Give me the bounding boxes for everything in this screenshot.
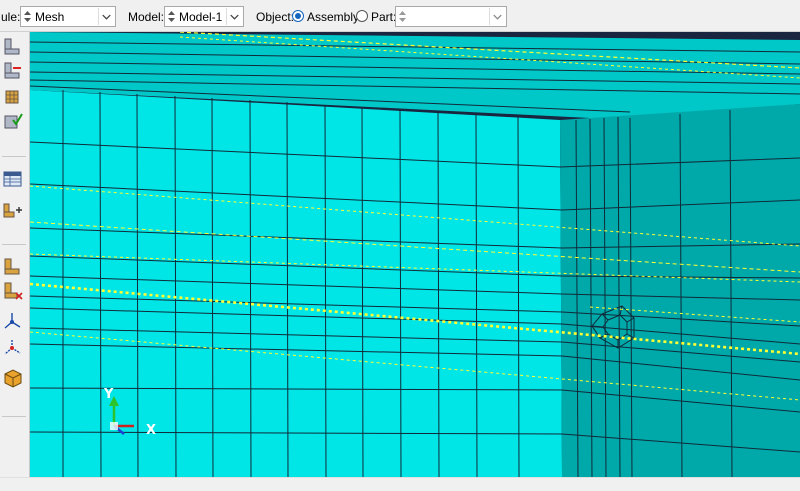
chevron-down-icon[interactable] xyxy=(98,8,114,25)
assembly-radio[interactable] xyxy=(292,10,304,22)
part-radio[interactable] xyxy=(356,10,368,22)
assembly-label[interactable]: Assembly xyxy=(307,10,359,24)
datum-axis-icon[interactable] xyxy=(1,336,25,358)
model-value: Model-1 xyxy=(179,10,223,24)
status-strip xyxy=(0,477,800,491)
chevron-down-icon[interactable] xyxy=(226,8,242,25)
graphics-viewport[interactable]: Y X xyxy=(30,32,800,477)
toolbox-separator xyxy=(2,244,26,245)
module-label: ule: xyxy=(1,10,21,24)
model-combo[interactable]: Model-1 xyxy=(164,6,244,27)
context-bar: ule: Mesh Model: Model-1 Object: Assembl… xyxy=(0,0,800,32)
chevron-down-icon[interactable] xyxy=(489,8,505,25)
toolbox-separator xyxy=(2,416,26,417)
spin-arrows-icon xyxy=(24,11,31,22)
spin-arrows-icon xyxy=(168,11,175,22)
verify-mesh-icon[interactable] xyxy=(1,110,25,132)
datum-csys-icon[interactable] xyxy=(1,310,25,332)
part-label[interactable]: Part: xyxy=(371,10,396,24)
assign-element-type-icon[interactable] xyxy=(1,200,25,222)
object-label: Object: xyxy=(256,10,295,24)
spin-arrows-icon xyxy=(399,11,406,22)
triad-y-label: Y xyxy=(104,387,114,402)
seed-part-instance-icon[interactable] xyxy=(1,36,25,58)
mesh-part-icon[interactable] xyxy=(1,256,25,278)
seed-edges-icon[interactable] xyxy=(1,60,25,82)
toolbox-separator xyxy=(2,156,26,157)
partition-cell-icon[interactable] xyxy=(1,366,25,388)
delete-mesh-icon[interactable] xyxy=(1,280,25,302)
assign-mesh-controls-icon[interactable] xyxy=(1,86,25,108)
triad-x-label: X xyxy=(146,423,157,438)
query-mesh-table-icon[interactable] xyxy=(1,168,25,190)
model-label: Model: xyxy=(128,10,165,24)
module-combo[interactable]: Mesh xyxy=(20,6,116,27)
module-value: Mesh xyxy=(35,10,65,24)
mesh-toolbox xyxy=(0,32,30,477)
part-combo[interactable] xyxy=(395,6,507,27)
